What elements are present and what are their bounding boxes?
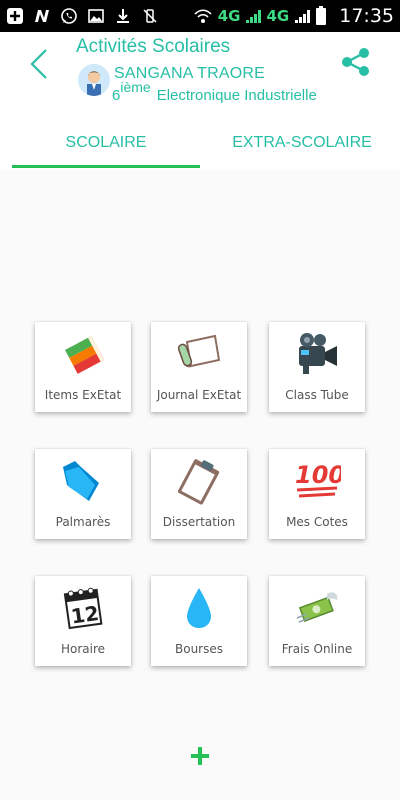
- download-icon: [117, 9, 129, 23]
- tab-extra-scolaire[interactable]: EXTRA-SCOLAIRE: [212, 134, 392, 152]
- add-icon[interactable]: [184, 740, 216, 772]
- scroll-icon: [177, 334, 221, 368]
- page-title: Activités Scolaires: [76, 36, 231, 57]
- tile-label: Items ExEtat: [44, 388, 122, 402]
- class-grade-suffix: ième: [120, 79, 151, 95]
- tab-bar: SCOLAIRE EXTRA-SCOLAIRE: [0, 120, 400, 170]
- hundred-points-icon: 100: [295, 461, 341, 498]
- status-bar: 4G 4G 17:35: [0, 0, 400, 32]
- wifi-icon: [194, 9, 212, 23]
- video-camera-icon: [299, 333, 337, 374]
- network-type-label-2: 4G: [266, 7, 290, 25]
- money-with-wings-icon: [296, 592, 338, 623]
- tab-scolaire[interactable]: SCOLAIRE: [12, 134, 200, 152]
- tile-dissertation[interactable]: Dissertation: [151, 449, 247, 539]
- clipboard-icon: [177, 459, 220, 505]
- class-option: Electronique Industrielle: [156, 87, 317, 104]
- back-arrow-icon[interactable]: [26, 46, 56, 82]
- tile-mes-cotes[interactable]: 100 Mes Cotes: [269, 449, 365, 539]
- add-box-icon: [7, 8, 23, 24]
- tile-frais-online[interactable]: Frais Online: [269, 576, 365, 666]
- tile-label: Frais Online: [281, 642, 353, 656]
- tab-indicator: [12, 165, 200, 168]
- n-app-icon: [35, 10, 49, 22]
- tile-items-exetat[interactable]: Items ExEtat: [35, 322, 131, 412]
- tile-label: Palmarès: [55, 515, 111, 529]
- tile-class-tube[interactable]: Class Tube: [269, 322, 365, 412]
- share-icon[interactable]: [340, 46, 372, 78]
- tile-label: Horaire: [60, 642, 106, 656]
- student-class: 6ième Electronique Industrielle: [112, 79, 317, 104]
- student-avatar-icon: [78, 64, 110, 96]
- tile-palmares[interactable]: Palmarès: [35, 449, 131, 539]
- tile-label: Journal ExEtat: [156, 388, 242, 402]
- whatsapp-icon: [61, 8, 77, 24]
- droplet-icon: [187, 588, 211, 628]
- tile-label: Class Tube: [285, 388, 349, 402]
- calendar-icon: 12: [63, 587, 103, 630]
- app-bar: Activités Scolaires SANGANA TRAORE 6ième…: [0, 32, 400, 120]
- vibrate-off-icon: [143, 9, 157, 23]
- battery-icon: [316, 6, 327, 25]
- tile-journal-exetat[interactable]: Journal ExEtat: [151, 322, 247, 412]
- signal-icon: [246, 10, 262, 23]
- tile-bourses[interactable]: Bourses: [151, 576, 247, 666]
- tile-horaire[interactable]: 12 Horaire: [35, 576, 131, 666]
- svg-text:12: 12: [69, 601, 100, 629]
- folder-icon: [63, 461, 99, 501]
- books-icon: [65, 335, 105, 374]
- network-type-label: 4G: [217, 7, 241, 25]
- avatar: [78, 64, 110, 96]
- tile-label: Bourses: [175, 642, 223, 656]
- svg-text:100: 100: [295, 461, 341, 489]
- tile-label: Dissertation: [162, 515, 236, 529]
- tile-label: Mes Cotes: [286, 515, 348, 529]
- clock: 17:35: [339, 5, 394, 27]
- image-icon: [88, 9, 104, 23]
- signal-icon-2: [295, 10, 311, 23]
